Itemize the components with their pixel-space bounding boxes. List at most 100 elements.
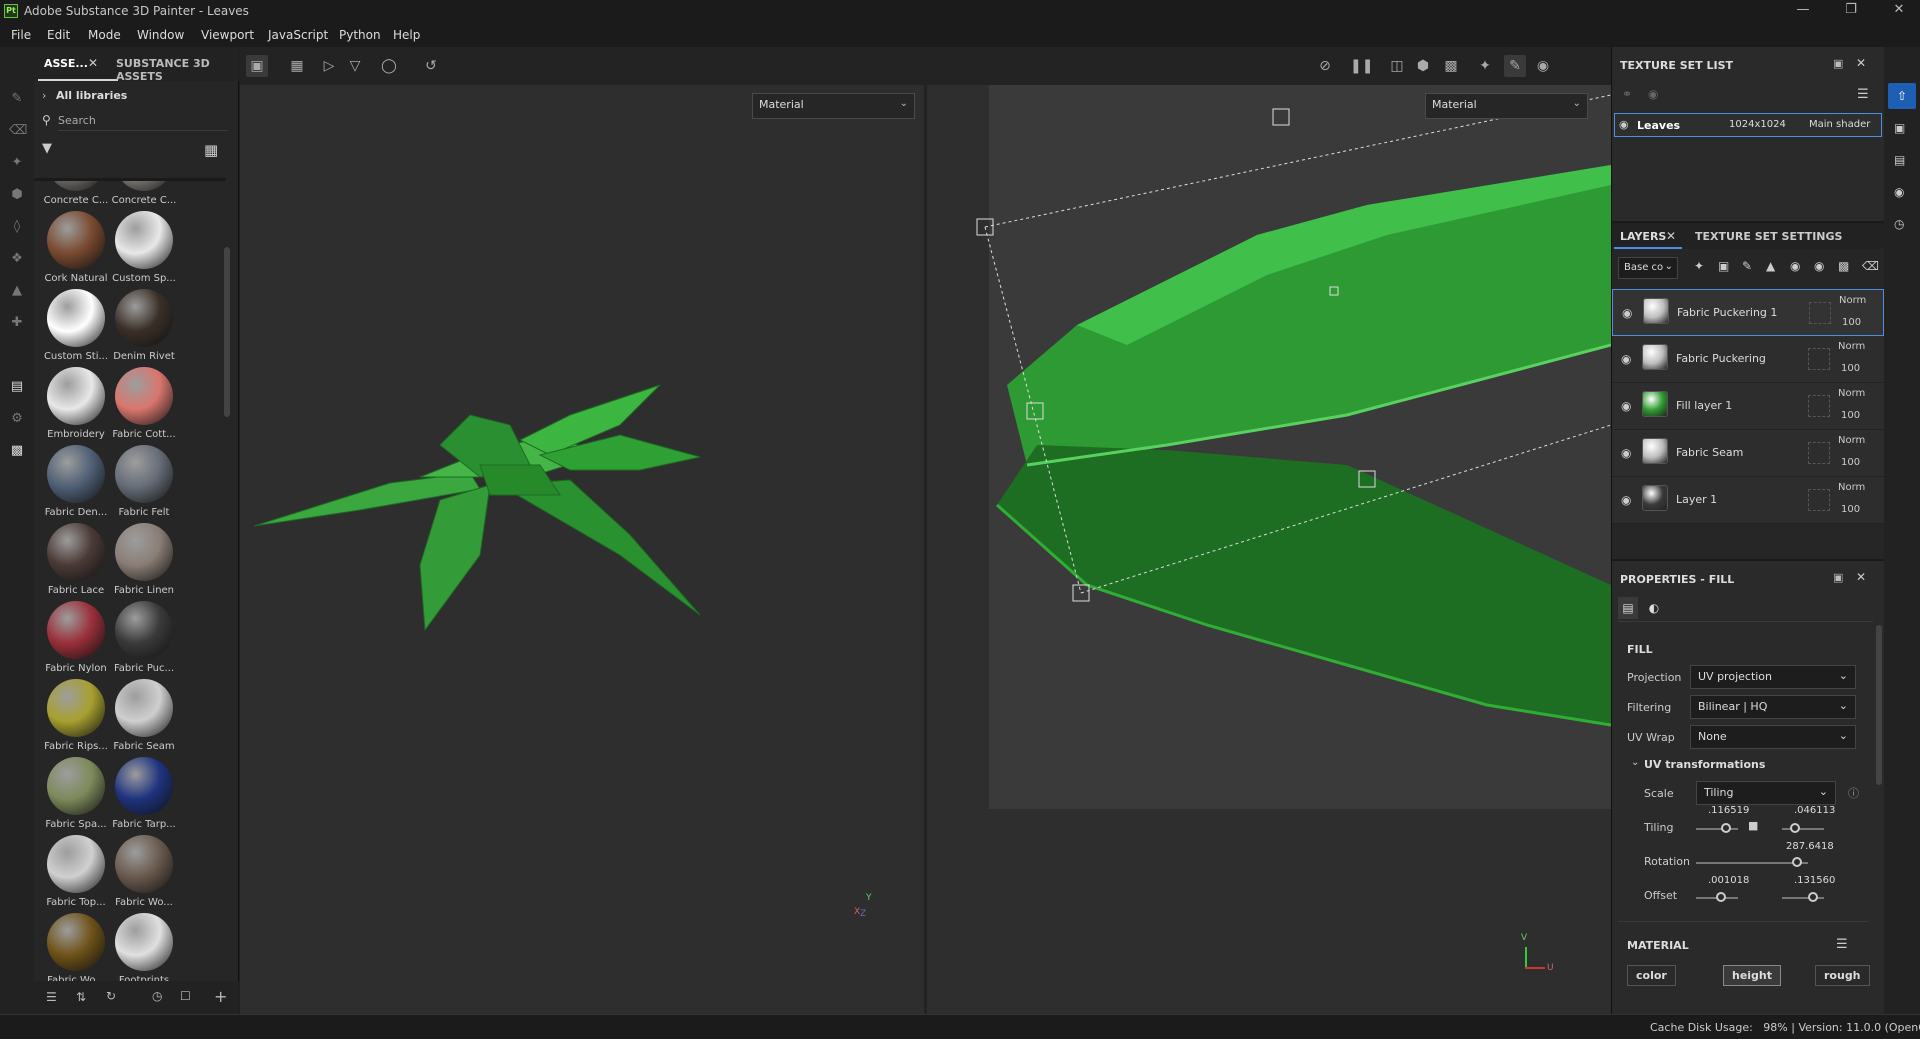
geometry-mask-icon[interactable]: ⬢ — [9, 187, 25, 203]
viewport[interactable]: ▣ ▦ ▷ ▽ ◯ ↺ ⊘ ❚❚ ◫ ⬢ ▩ ✦ ✎ ◉ Material ⌄ — [240, 47, 1611, 1014]
asset-item[interactable]: Embroidery — [42, 367, 110, 445]
asset-item[interactable]: Custom Sp... — [110, 211, 178, 289]
layer-mask-slot[interactable] — [1808, 395, 1830, 417]
asset-item[interactable]: Concrete C... — [110, 181, 178, 211]
maximize-icon[interactable]: ▣ — [1833, 571, 1843, 584]
chevron-right-icon[interactable]: › — [42, 89, 46, 102]
layer-mask-slot[interactable] — [1808, 348, 1830, 370]
layer-blend-mode[interactable]: Norm — [1839, 295, 1866, 306]
visibility-icon[interactable]: ◉ — [1648, 87, 1658, 101]
layer-opacity[interactable]: 100 — [1841, 410, 1860, 421]
link-icon[interactable]: ⚭ — [1622, 87, 1632, 101]
export-icon[interactable]: ⇧ — [1888, 83, 1916, 109]
search-input[interactable]: Search — [58, 111, 228, 131]
tab-substance-assets[interactable]: SUBSTANCE 3D ASSETS — [116, 57, 239, 83]
palette-icon[interactable]: ◉ — [1814, 259, 1824, 273]
viewer-settings-icon[interactable]: ◉ — [1894, 185, 1904, 199]
display-settings-icon[interactable]: ▣ — [1894, 121, 1905, 135]
collapse-icon[interactable]: ⌄ — [1631, 757, 1639, 768]
picker-icon[interactable]: ✚ — [9, 315, 25, 331]
layer-mask-slot[interactable] — [1808, 489, 1830, 511]
wand-icon[interactable]: ✦ — [1474, 55, 1496, 77]
pause-icon[interactable]: ❚❚ — [1350, 55, 1373, 77]
list-view-icon[interactable]: ☰ — [46, 990, 57, 1004]
rotation-knob[interactable] — [1792, 857, 1802, 867]
texture-set-row[interactable]: ◉ Leaves 1024x1024 Main shader — [1614, 113, 1882, 137]
add-paint-layer-icon[interactable]: ✎ — [1742, 259, 1752, 273]
clone-icon[interactable]: ❖ — [9, 251, 25, 267]
symmetry-icon[interactable]: ▷ — [318, 55, 340, 77]
layer-opacity[interactable]: 100 — [1842, 317, 1861, 328]
menu-help[interactable]: Help — [393, 28, 420, 42]
asset-item[interactable]: Fabric Seam — [110, 679, 178, 757]
eraser-icon[interactable]: ⌫ — [9, 123, 27, 139]
asset-item[interactable]: Footprints — [110, 913, 178, 981]
asset-item[interactable]: Custom Sti... — [42, 289, 110, 367]
asset-item[interactable]: Concrete C... — [42, 181, 110, 211]
close-window-icon[interactable]: ✕ — [1884, 2, 1914, 20]
asset-item[interactable]: Fabric Linen — [110, 523, 178, 601]
mirror-icon[interactable]: ▽ — [344, 55, 366, 77]
eye-icon[interactable]: ◉ — [1621, 352, 1631, 366]
asset-item[interactable]: Denim Rivet — [110, 289, 178, 367]
uv-wrap-dropdown[interactable]: None ⌄ — [1690, 725, 1856, 749]
menu-icon[interactable]: ☰ — [1857, 87, 1869, 102]
channel-color-button[interactable]: color — [1627, 965, 1676, 986]
add-mask-icon[interactable]: ▣ — [1718, 259, 1729, 273]
lock-icon[interactable]: ■ — [1748, 819, 1758, 832]
asset-item[interactable]: Fabric Cott... — [110, 367, 178, 445]
layer-opacity[interactable]: 100 — [1841, 504, 1860, 515]
library-selector[interactable]: All libraries — [56, 89, 127, 102]
asset-item[interactable]: Fabric Nylon — [42, 601, 110, 679]
tab-texture-set-settings[interactable]: TEXTURE SET SETTINGS — [1695, 230, 1842, 243]
view-2d[interactable]: Material ⌄ V U — [927, 85, 1611, 1014]
sort-icon[interactable]: ⇅ — [76, 990, 86, 1004]
menu-edit[interactable]: Edit — [47, 28, 70, 42]
view-2d-mode-dropdown[interactable]: Material ⌄ — [1425, 93, 1588, 119]
paint-brush-icon[interactable]: ✎ — [9, 91, 25, 107]
folder-icon[interactable]: ☐ — [180, 989, 191, 1003]
material-menu-icon[interactable]: ☰ — [1836, 937, 1848, 952]
asset-item[interactable]: Fabric Puc... — [110, 601, 178, 679]
minimize-icon[interactable]: — — [1788, 2, 1818, 20]
measure-icon[interactable]: ▤ — [9, 379, 25, 395]
properties-scrollbar[interactable] — [1876, 625, 1882, 785]
eye-icon[interactable]: ◉ — [1621, 446, 1631, 460]
projection-dropdown[interactable]: UV projection ⌄ — [1690, 665, 1856, 689]
scale-dropdown[interactable]: Tiling ⌄ — [1696, 781, 1836, 805]
layer-blend-mode[interactable]: Norm — [1838, 388, 1865, 399]
tiling-v-knob[interactable] — [1790, 823, 1800, 833]
refresh-icon[interactable]: ↻ — [106, 989, 116, 1003]
material-sphere-icon[interactable]: ◐ — [1644, 597, 1664, 619]
uv-transformations-title[interactable]: UV transformations — [1644, 758, 1765, 771]
eye-icon[interactable]: ◉ — [1619, 118, 1629, 131]
layer-icon[interactable]: ▩ — [9, 443, 25, 459]
effects-icon[interactable]: ✦ — [1694, 259, 1704, 273]
smudge-icon[interactable]: ◊ — [9, 219, 25, 235]
add-smart-material-icon[interactable]: ◉ — [1790, 259, 1800, 273]
offset-v-knob[interactable] — [1808, 892, 1818, 902]
screenshot-icon[interactable]: ◉ — [1532, 55, 1554, 77]
brush-mode-icon[interactable]: ✎ — [1504, 55, 1526, 77]
layer-opacity[interactable]: 100 — [1841, 457, 1860, 468]
menu-mode[interactable]: Mode — [88, 28, 121, 42]
tab-assets[interactable]: ASSE... — [44, 57, 88, 70]
layer-blend-mode[interactable]: Norm — [1838, 435, 1865, 446]
eye-icon[interactable]: ◉ — [1621, 399, 1631, 413]
layer-mask-slot[interactable] — [1808, 442, 1830, 464]
menu-javascript[interactable]: JavaScript — [268, 28, 328, 42]
delete-icon[interactable]: ⌫ — [1862, 259, 1879, 273]
tiling-u-knob[interactable] — [1721, 823, 1731, 833]
menu-python[interactable]: Python — [339, 28, 381, 42]
grid-view-icon[interactable]: ▦ — [204, 141, 218, 159]
asset-item[interactable]: Cork Natural — [42, 211, 110, 289]
asset-item[interactable]: Fabric Spa... — [42, 757, 110, 835]
add-icon[interactable]: + — [214, 987, 227, 1006]
stamp-icon[interactable]: ▲ — [9, 283, 25, 299]
layer-row[interactable]: ◉ Layer 1 Norm 100 — [1612, 477, 1884, 524]
history-icon[interactable]: ◷ — [152, 989, 162, 1003]
asset-item[interactable]: Fabric Den... — [42, 445, 110, 523]
history-icon[interactable]: ◷ — [1894, 217, 1904, 231]
view-3d[interactable]: Material ⌄ Y X Z — [240, 85, 924, 1014]
layer-opacity[interactable]: 100 — [1841, 363, 1860, 374]
